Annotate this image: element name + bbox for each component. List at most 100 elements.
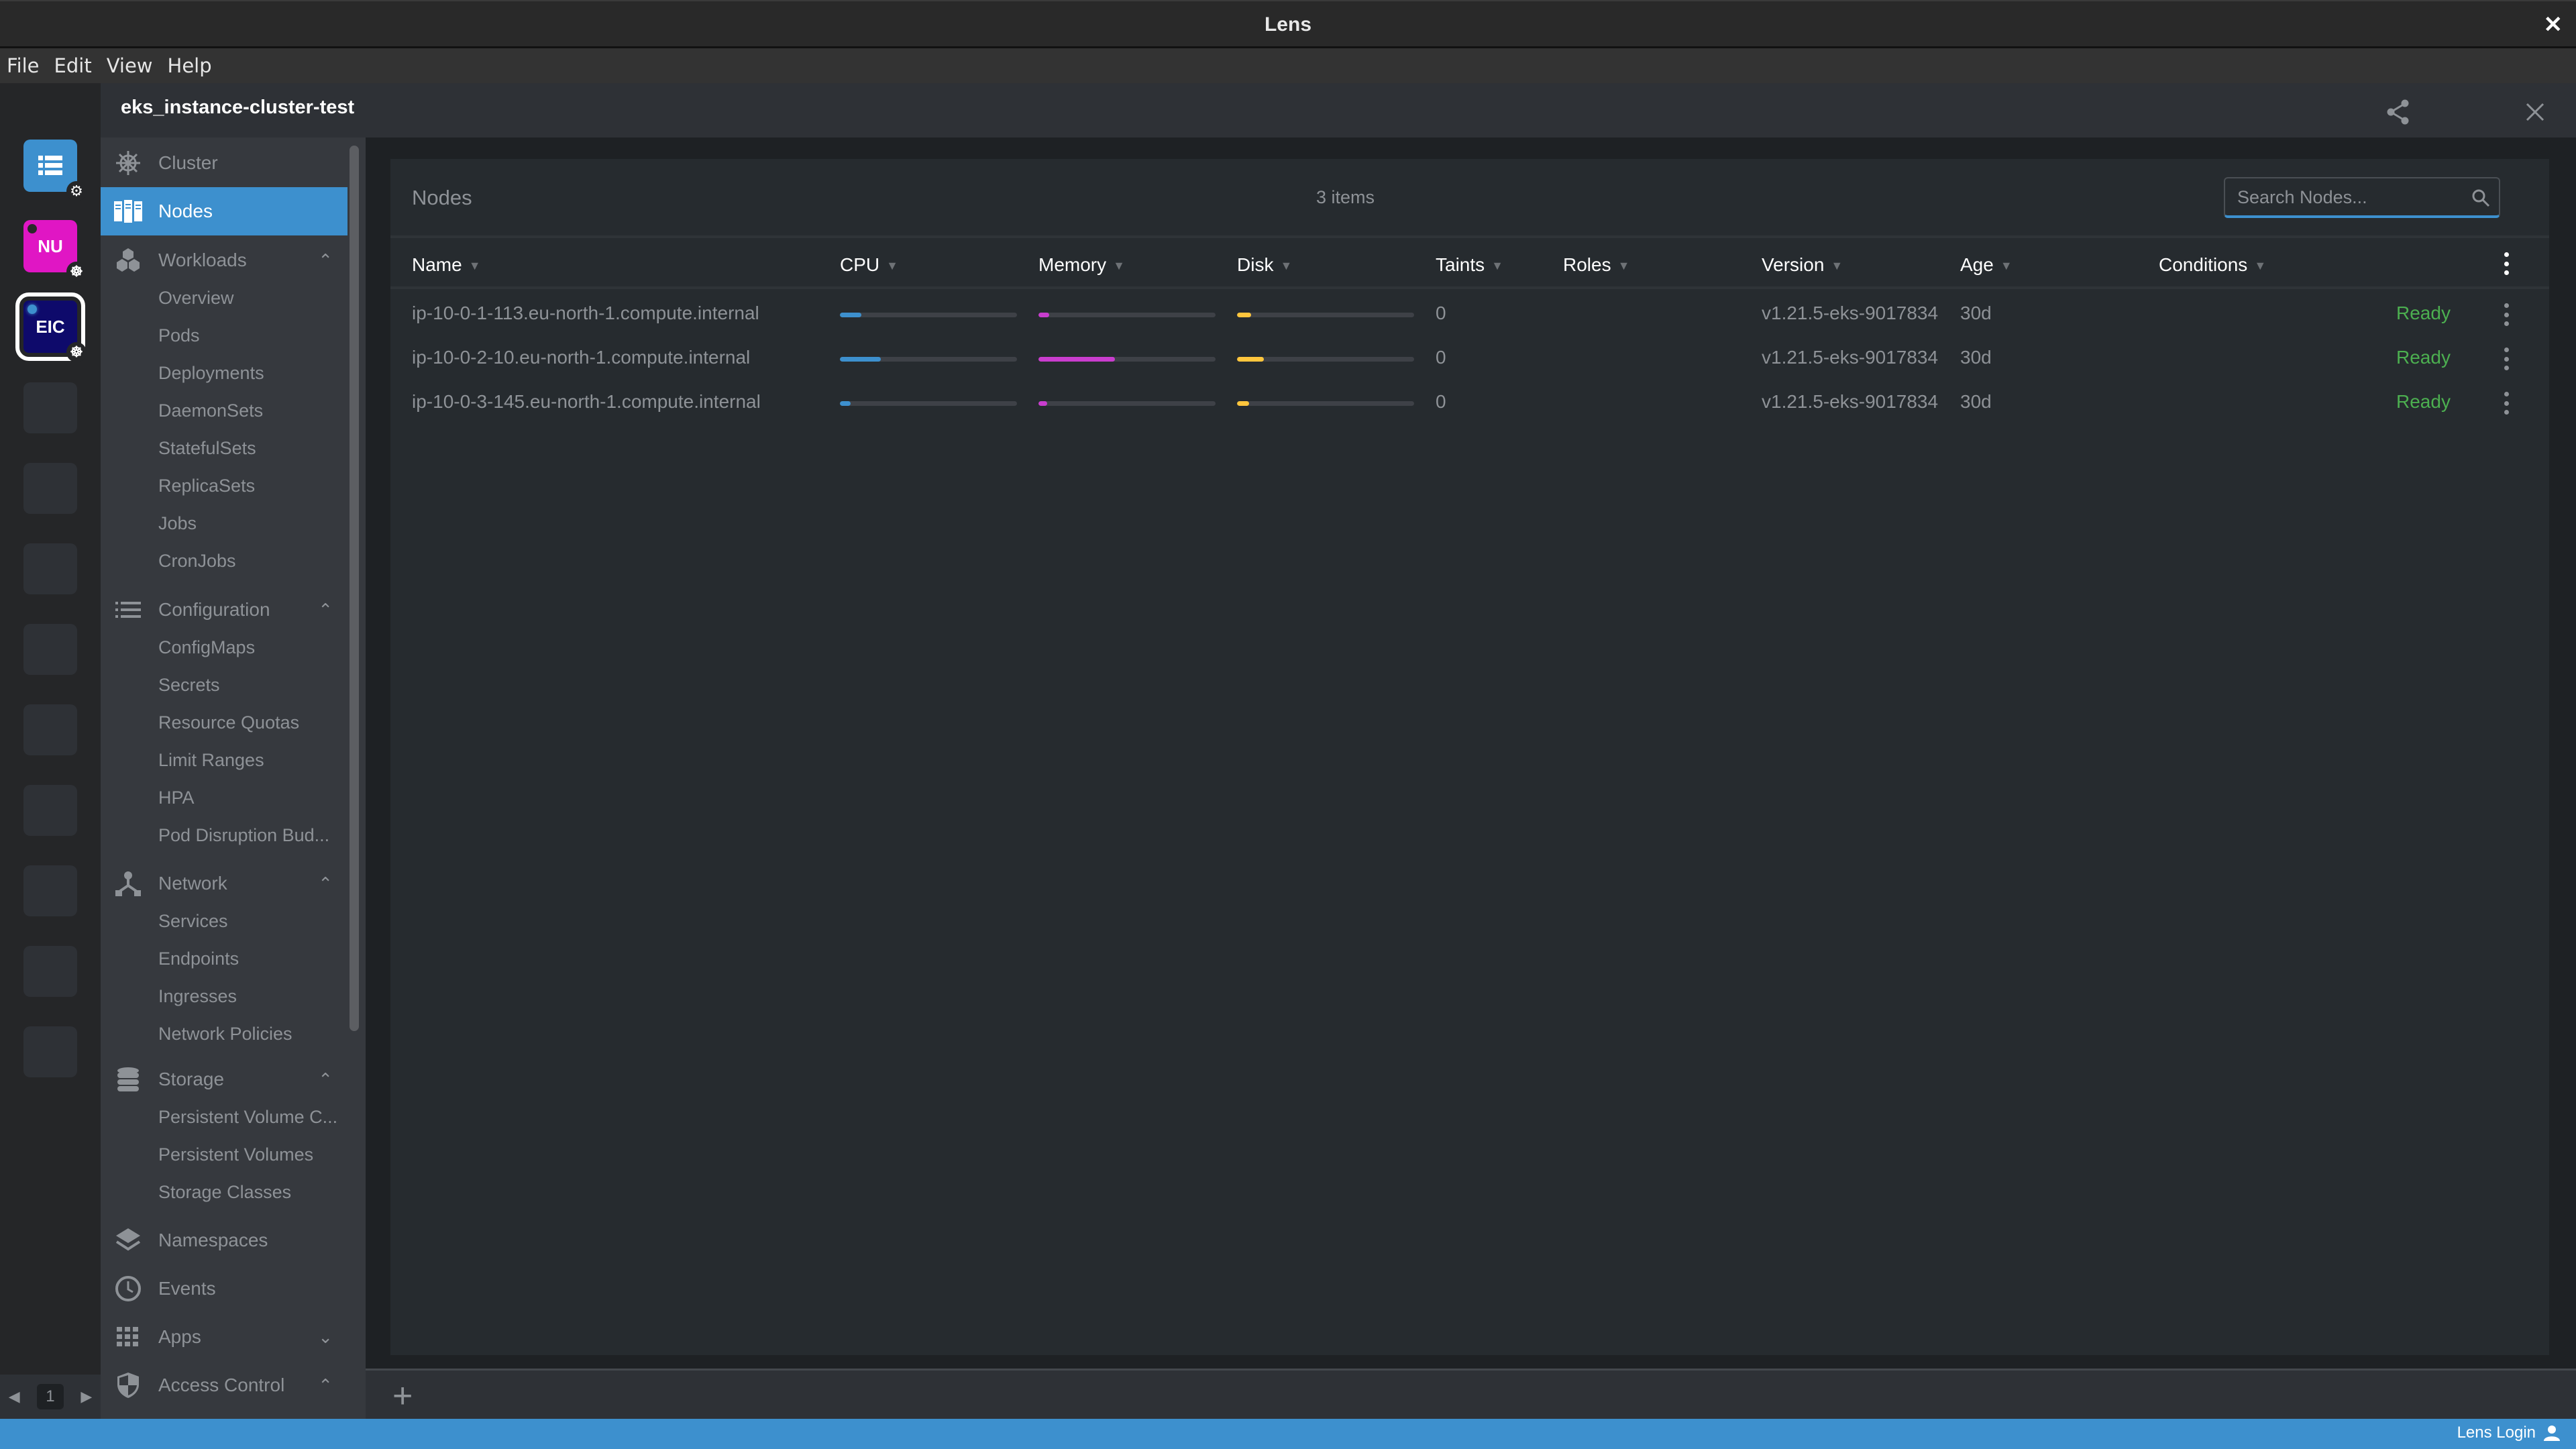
row-menu-icon[interactable] — [2500, 301, 2513, 328]
sidebar-item-access-control[interactable]: Access Control ⌃ — [101, 1361, 347, 1409]
column-header-memory[interactable]: Memory ▼ — [1038, 254, 1125, 276]
hotbar-cluster-nu[interactable]: NU ☸ — [23, 220, 87, 282]
row-menu-icon[interactable] — [2500, 345, 2513, 372]
hotbar-empty-slot[interactable] — [23, 704, 77, 755]
chevron-up-icon[interactable]: ⌃ — [318, 250, 333, 271]
hotbar-empty-slot[interactable] — [23, 382, 77, 433]
status-dot — [28, 224, 37, 233]
sidebar-subitem-daemonsets[interactable]: DaemonSets — [158, 400, 263, 421]
sidebar-subitem-overview[interactable]: Overview — [158, 288, 234, 309]
column-header-conditions[interactable]: Conditions ▼ — [2159, 254, 2266, 276]
node-version: v1.21.5-eks-9017834 — [1762, 347, 1939, 368]
sidebar-item-workloads[interactable]: Workloads ⌃ — [101, 236, 347, 284]
sidebar-item-nodes[interactable]: Nodes — [101, 187, 347, 235]
chevron-up-icon[interactable]: ⌃ — [318, 1069, 333, 1090]
sidebar-subitem-limit-ranges[interactable]: Limit Ranges — [158, 750, 264, 771]
sidebar-item-configuration[interactable]: Configuration ⌃ — [101, 586, 347, 634]
table-row[interactable]: ip-10-0-1-113.eu-north-1.compute.interna… — [390, 292, 2549, 336]
menu-file[interactable]: File — [7, 54, 40, 77]
search-input[interactable] — [2237, 184, 2465, 211]
hotbar-empty-slot[interactable] — [23, 543, 77, 594]
chevron-up-icon[interactable]: ⌃ — [318, 1375, 333, 1396]
table-row[interactable]: ip-10-0-3-145.eu-north-1.compute.interna… — [390, 380, 2549, 425]
sidebar-subitem-endpoints[interactable]: Endpoints — [158, 949, 239, 969]
node-taints: 0 — [1436, 303, 1446, 323]
nodes-icon — [114, 197, 142, 225]
share-icon[interactable] — [2381, 95, 2415, 129]
chevron-up-icon[interactable]: ⌃ — [318, 600, 333, 621]
chevron-down-icon[interactable]: ⌄ — [318, 1327, 333, 1348]
hotbar-empty-slot[interactable] — [23, 624, 77, 675]
menu-help[interactable]: Help — [168, 54, 212, 77]
sidebar-item-label: Apps — [158, 1326, 201, 1347]
hotbar-cluster-eic[interactable]: EIC ☸ — [15, 292, 87, 362]
chevron-up-icon[interactable]: ⌃ — [318, 873, 333, 894]
sidebar-subitem-services[interactable]: Services — [158, 911, 228, 932]
disk-usage-bar — [1237, 357, 1414, 362]
sidebar-subitem-hpa[interactable]: HPA — [158, 788, 195, 808]
sidebar-item-label: Configuration — [158, 599, 270, 620]
hotbar: ⚙ NU ☸ EIC ☸ ◀ 1 ▶ — [0, 83, 101, 1419]
memory-usage-bar — [1038, 313, 1216, 317]
sidebar-subitem-persistent-volumes[interactable]: Persistent Volumes — [158, 1144, 313, 1165]
sidebar-subitem-storage-classes[interactable]: Storage Classes — [158, 1182, 291, 1203]
node-name: ip-10-0-2-10.eu-north-1.compute.internal — [412, 347, 751, 368]
column-header-disk[interactable]: Disk ▼ — [1237, 254, 1292, 276]
menu-view[interactable]: View — [107, 54, 153, 77]
sidebar-subitem-jobs[interactable]: Jobs — [158, 513, 197, 534]
row-menu-icon[interactable] — [2500, 390, 2513, 417]
columns-menu-icon[interactable] — [2500, 250, 2513, 277]
sidebar-subitem-network-policies[interactable]: Network Policies — [158, 1024, 292, 1044]
node-name: ip-10-0-1-113.eu-north-1.compute.interna… — [412, 303, 759, 323]
sidebar-item-label: Cluster — [158, 152, 218, 173]
sidebar-subitem-cronjobs[interactable]: CronJobs — [158, 551, 236, 572]
column-header-version[interactable]: Version ▼ — [1762, 254, 1843, 276]
hotbar-empty-slot[interactable] — [23, 463, 77, 514]
shield-icon — [114, 1371, 142, 1399]
column-header-taints[interactable]: Taints ▼ — [1436, 254, 1503, 276]
sidebar-subitem-deployments[interactable]: Deployments — [158, 363, 264, 384]
sidebar-subitem-resource-quotas[interactable]: Resource Quotas — [158, 712, 299, 733]
sidebar-item-cluster[interactable]: Cluster — [101, 139, 347, 187]
column-header-name[interactable]: Name ▼ — [412, 254, 481, 276]
column-header-cpu[interactable]: CPU ▼ — [840, 254, 898, 276]
next-page-icon[interactable]: ▶ — [80, 1388, 92, 1405]
hotbar-empty-slot[interactable] — [23, 785, 77, 836]
sidebar-item-storage[interactable]: Storage ⌃ — [101, 1055, 347, 1104]
column-header-age[interactable]: Age ▼ — [1960, 254, 2012, 276]
sidebar-item-apps[interactable]: Apps ⌄ — [101, 1313, 347, 1361]
search-nodes-field[interactable] — [2224, 177, 2500, 218]
sort-icon: ▼ — [1831, 259, 1843, 273]
apps-grid-icon — [114, 1323, 142, 1351]
new-tab-plus-icon[interactable]: + — [392, 1376, 413, 1416]
sidebar-subitem-pod-disruption-budgets[interactable]: Pod Disruption Bud... — [158, 825, 329, 846]
window-close-button[interactable]: ✕ — [2544, 1, 2563, 48]
close-cluster-icon[interactable] — [2518, 95, 2552, 129]
hotbar-label: EIC — [36, 316, 65, 337]
prev-page-icon[interactable]: ◀ — [9, 1388, 20, 1405]
table-row[interactable]: ip-10-0-2-10.eu-north-1.compute.internal… — [390, 336, 2549, 380]
column-header-roles[interactable]: Roles ▼ — [1563, 254, 1629, 276]
sidebar-scrollbar[interactable] — [350, 146, 359, 1031]
sidebar-subitem-replicasets[interactable]: ReplicaSets — [158, 476, 255, 496]
menu-edit[interactable]: Edit — [54, 54, 92, 77]
sidebar-item-network[interactable]: Network ⌃ — [101, 859, 347, 908]
hotbar-page-number: 1 — [36, 1384, 64, 1409]
sidebar-item-namespaces[interactable]: Namespaces — [101, 1216, 347, 1265]
hotbar-empty-slot[interactable] — [23, 1026, 77, 1077]
hotbar-catalog[interactable]: ⚙ — [23, 140, 87, 201]
sidebar-subitem-statefulsets[interactable]: StatefulSets — [158, 438, 256, 459]
sidebar-subitem-pvc[interactable]: Persistent Volume C... — [158, 1107, 337, 1128]
hotbar-empty-slot[interactable] — [23, 865, 77, 916]
status-dot — [28, 305, 37, 314]
lens-login-button[interactable]: Lens Login — [2457, 1424, 2560, 1442]
hotbar-empty-slot[interactable] — [23, 946, 77, 997]
login-label: Lens Login — [2457, 1424, 2536, 1442]
sidebar-item-events[interactable]: Events — [101, 1265, 347, 1313]
sidebar-subitem-secrets[interactable]: Secrets — [158, 675, 220, 696]
sidebar-subitem-configmaps[interactable]: ConfigMaps — [158, 637, 255, 658]
node-condition-status: Ready — [2396, 303, 2451, 323]
sidebar-subitem-ingresses[interactable]: Ingresses — [158, 986, 237, 1007]
sidebar-subitem-pods[interactable]: Pods — [158, 325, 200, 346]
memory-usage-fill — [1038, 357, 1115, 362]
